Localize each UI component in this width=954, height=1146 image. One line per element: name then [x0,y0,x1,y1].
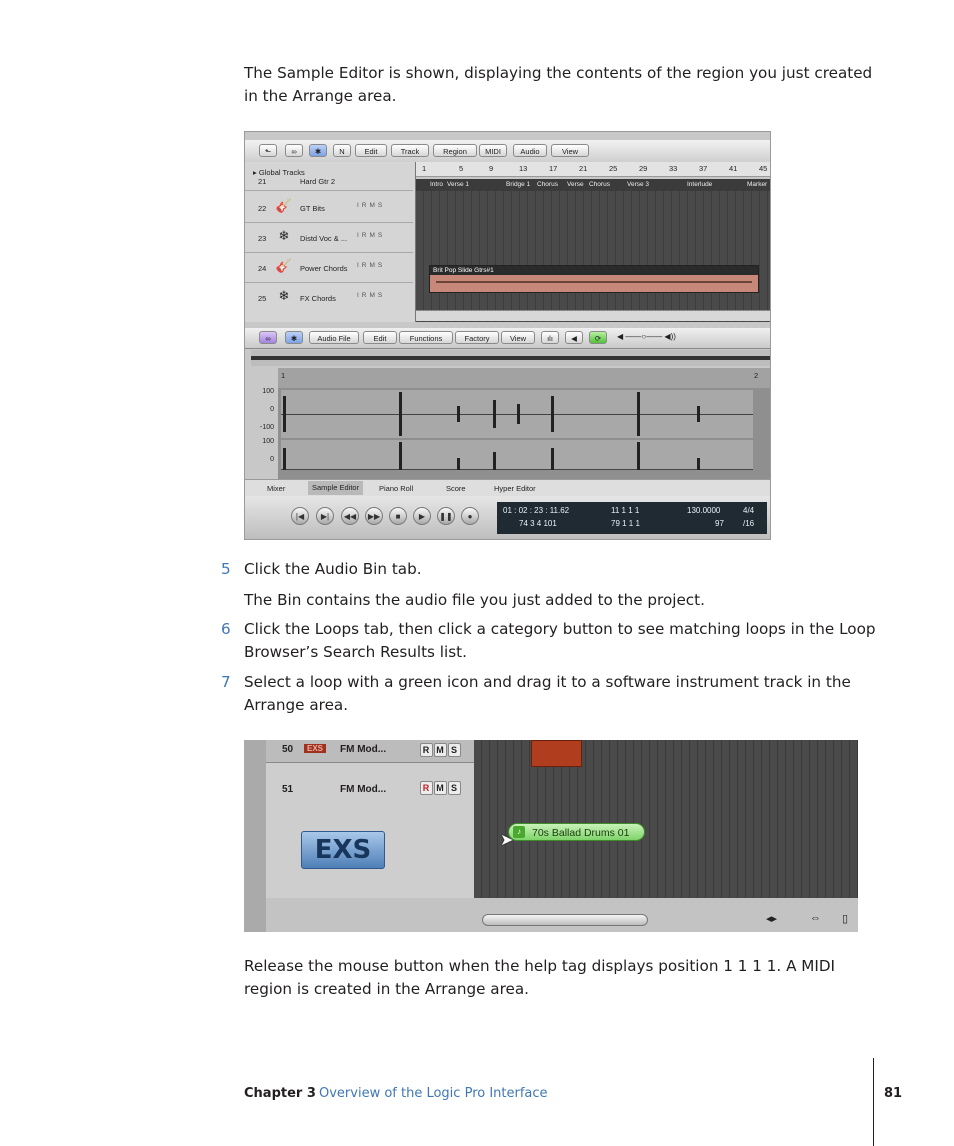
lcd-display: 01 : 02 : 23 : 11.62 74 3 4 101 11 1 1 1… [497,502,767,534]
track-row[interactable]: 25 ❄ FX Chords IRMS [245,284,413,306]
menu-view[interactable]: View [551,144,589,157]
rewind-icon[interactable]: ◀◀ [341,507,359,525]
lock-icon[interactable]: ▯ [842,912,848,925]
record-icon[interactable]: ● [461,507,479,525]
volume-slider[interactable]: ◀ ——○—— ◀)) [617,333,689,341]
audio-region[interactable]: Brit Pop Slide Gtrs#1 [429,265,759,293]
guitar-icon: 🎸 [275,258,293,273]
sample-editor-screenshot: ⬑ ∞ ✱ N Edit Track Region MIDI Audio Vie… [244,131,771,540]
marker-track[interactable]: Intro Verse 1 Bridge 1 Chorus Verse Chor… [416,179,770,191]
go-to-end-icon[interactable]: ▶| [316,507,334,525]
footer-divider [873,1058,874,1146]
track-buttons[interactable]: IRMS [357,232,385,239]
menu-track[interactable]: Track [391,144,429,157]
sample-editor-toolbar: ∞ ✱ Audio File Edit Functions Factory Vi… [245,328,770,349]
arrow-tool-button[interactable]: ⬑ [259,144,277,157]
transport-bar: |◀ ▶| ◀◀ ▶▶ ■ ▶ ❚❚ ● 01 : 02 : 23 : 11.6… [245,496,770,539]
step-number: 5 [221,560,231,578]
pause-icon[interactable]: ❚❚ [437,507,455,525]
waveform-overview[interactable] [251,350,770,366]
arrange-toolbar: ⬑ ∞ ✱ N Edit Track Region MIDI Audio Vie… [245,140,770,163]
menu-midi[interactable]: MIDI [479,144,507,157]
step-number: 6 [221,620,231,638]
page-number: 81 [884,1086,903,1101]
menu-functions[interactable]: Functions [399,331,453,344]
region-waveform [436,281,752,283]
track-buttons[interactable]: IRMS [357,292,385,299]
link-icon[interactable]: ∞ [285,144,303,157]
waveform-icon[interactable]: ılı [541,331,559,344]
intro-paragraph: The Sample Editor is shown, displaying t… [244,64,873,105]
track-buttons[interactable]: IRMS [357,202,385,209]
loop-name: 70s Ballad Drums 01 [532,827,630,839]
n-button[interactable]: N [333,144,351,157]
menu-edit[interactable]: Edit [363,331,397,344]
loop-icon[interactable]: ⟳ [589,331,607,344]
stop-icon[interactable]: ■ [389,507,407,525]
track-row[interactable]: 21 Hard Gtr 2 [245,176,413,191]
drag-loop-screenshot: 50 EXS FM Mod... RMS 51 FM Mod... RMS EX… [244,740,858,932]
tab-score[interactable]: Score [446,484,466,493]
tab-mixer[interactable]: Mixer [267,484,285,493]
record-mute-solo-buttons[interactable]: RMS [420,743,462,757]
step-text: Select a loop with a green icon and drag… [244,673,851,714]
zoom-icon[interactable]: ⇔ [810,912,821,924]
footer-chapter: Chapter 3 [244,1086,316,1101]
step-number: 7 [221,673,231,691]
guitar-icon: 🎸 [275,198,293,213]
record-mute-solo-buttons[interactable]: RMS [420,781,462,795]
track-row[interactable]: 23 ❄ Distd Voc & ... IRMS [245,224,413,253]
scroll-arrows-icon[interactable]: ◂▸ [766,912,777,925]
mouse-pointer-icon: ➤ [500,832,514,849]
editor-tabs: Mixer Sample Editor Piano Roll Score Hyp… [245,479,770,496]
track-buttons[interactable]: IRMS [357,262,385,269]
menu-audio-file[interactable]: Audio File [309,331,359,344]
go-to-start-icon[interactable]: |◀ [291,507,309,525]
play-icon[interactable]: ▶ [413,507,431,525]
exs-tag: EXS [304,744,327,753]
tab-piano-roll[interactable]: Piano Roll [379,484,413,493]
menu-audio[interactable]: Audio [513,144,547,157]
region-name: Brit Pop Slide Gtrs#1 [430,266,758,275]
step-5-note: The Bin contains the audio file you just… [244,591,705,609]
arrange-area[interactable] [416,191,770,322]
menu-factory[interactable]: Factory [455,331,499,344]
speaker-icon[interactable]: ◀ [565,331,583,344]
midi-region[interactable] [531,740,582,767]
waveform-channel-left [281,390,753,438]
footer-chapter-title: Overview of the Logic Pro Interface [319,1086,548,1101]
step-text: Click the Audio Bin tab. [244,560,422,578]
exs-instrument-icon: ❄ [278,228,290,243]
track-list: ▸ Global Tracks 21 Hard Gtr 2 22 🎸 GT Bi… [245,162,416,322]
track-row[interactable]: 24 🎸 Power Chords IRMS [245,254,413,283]
track-row[interactable]: 50 EXS FM Mod... RMS [266,740,474,763]
menu-region[interactable]: Region [433,144,477,157]
step-text: Click the Loops tab, then click a catego… [244,620,876,661]
fast-forward-icon[interactable]: ▶▶ [365,507,383,525]
green-loop-icon: ♪ [513,826,525,838]
menu-edit[interactable]: Edit [355,144,387,157]
waveform-channel-right [281,440,753,470]
horizontal-scrollbar[interactable] [416,310,770,321]
outro-paragraph: Release the mouse button when the help t… [244,957,836,998]
editor-ruler[interactable]: 1 2 [278,368,770,388]
link-icon[interactable]: ∞ [259,331,277,344]
exs-instrument-icon: EXS [301,831,385,869]
exs-instrument-icon: ❄ [278,288,290,303]
tab-hyper-editor[interactable]: Hyper Editor [494,484,536,493]
catch-icon[interactable]: ✱ [285,331,303,344]
track-row[interactable]: 22 🎸 GT Bits IRMS [245,194,413,223]
bar-ruler[interactable]: 1 5 9 13 17 21 25 29 33 37 41 45 [416,162,770,177]
dragged-loop[interactable]: ♪ 70s Ballad Drums 01 [508,823,645,841]
catch-icon[interactable]: ✱ [309,144,327,157]
horizontal-scrollbar[interactable] [482,914,648,926]
tab-sample-editor[interactable]: Sample Editor [308,481,364,495]
menu-view[interactable]: View [501,331,535,344]
